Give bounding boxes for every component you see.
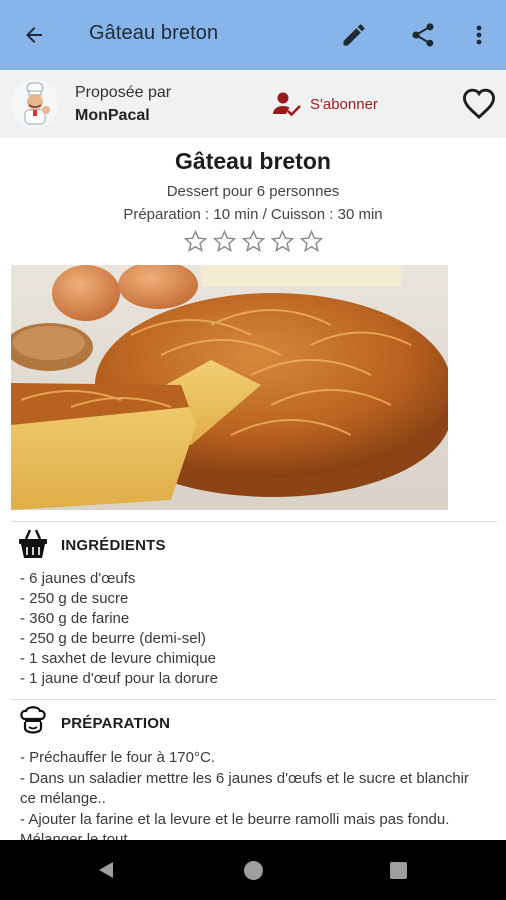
ingredient-item: - 1 saxhet de levure chimique — [20, 650, 216, 667]
recipe-servings: Dessert pour 6 personnes — [166, 183, 340, 200]
share-icon[interactable] — [409, 21, 437, 49]
ingredients-list: - 6 jaunes d'œufs - 250 g de sucre - 360… — [20, 569, 218, 689]
star-outline-icon[interactable] — [241, 229, 266, 254]
recipe-photo[interactable] — [11, 265, 448, 510]
divider — [11, 699, 497, 700]
ingredient-item: - 360 g de farine — [20, 610, 130, 627]
more-vert-icon[interactable] — [468, 21, 490, 49]
person-check-icon — [273, 92, 301, 117]
divider — [11, 521, 497, 522]
preparation-step: - Préchauffer le four à 170°C. — [20, 749, 215, 766]
ingredients-heading: INGRÉDIENTS — [61, 537, 166, 554]
recipe-times: Préparation : 10 min / Cuisson : 30 min — [123, 206, 383, 223]
basket-icon — [17, 527, 49, 561]
chef-hat-icon — [17, 705, 49, 739]
subscribe-button[interactable]: S'abonner — [272, 90, 378, 118]
nav-recents-icon[interactable] — [390, 862, 407, 879]
ingredient-item: - 1 jaune d'œuf pour la dorure — [20, 670, 218, 687]
star-outline-icon[interactable] — [270, 229, 295, 254]
pencil-icon[interactable] — [340, 21, 368, 49]
ingredient-item: - 250 g de sucre — [20, 590, 129, 607]
heart-outline-icon[interactable] — [461, 88, 497, 120]
chef-avatar[interactable] — [11, 80, 59, 128]
ingredient-item: - 250 g de beurre (demi-sel) — [20, 630, 206, 647]
app-bar: Gâteau breton — [0, 0, 506, 70]
preparation-step: - Dans un saladier mettre les 6 jaunes d… — [20, 769, 469, 808]
app-bar-title: Gâteau breton — [89, 22, 219, 44]
author-bar — [0, 70, 506, 138]
star-outline-icon[interactable] — [212, 229, 237, 254]
subscribe-label: S'abonner — [310, 95, 378, 113]
ingredient-item: - 6 jaunes d'œufs — [20, 570, 136, 587]
nav-home-icon[interactable] — [244, 861, 263, 880]
preparation-heading: PRÉPARATION — [61, 715, 171, 732]
arrow-back-icon[interactable] — [20, 21, 48, 49]
star-outline-icon[interactable] — [299, 229, 324, 254]
nav-back-icon[interactable] — [96, 860, 116, 880]
preparation-steps: - Préchauffer le four à 170°C. - Dans un… — [20, 748, 486, 851]
recipe-title: Gâteau breton — [175, 148, 331, 174]
rating-stars[interactable] — [183, 229, 324, 254]
author-name[interactable]: MonPacal — [75, 107, 150, 125]
proposed-by-label: Proposée par — [75, 84, 172, 101]
star-outline-icon[interactable] — [183, 229, 208, 254]
